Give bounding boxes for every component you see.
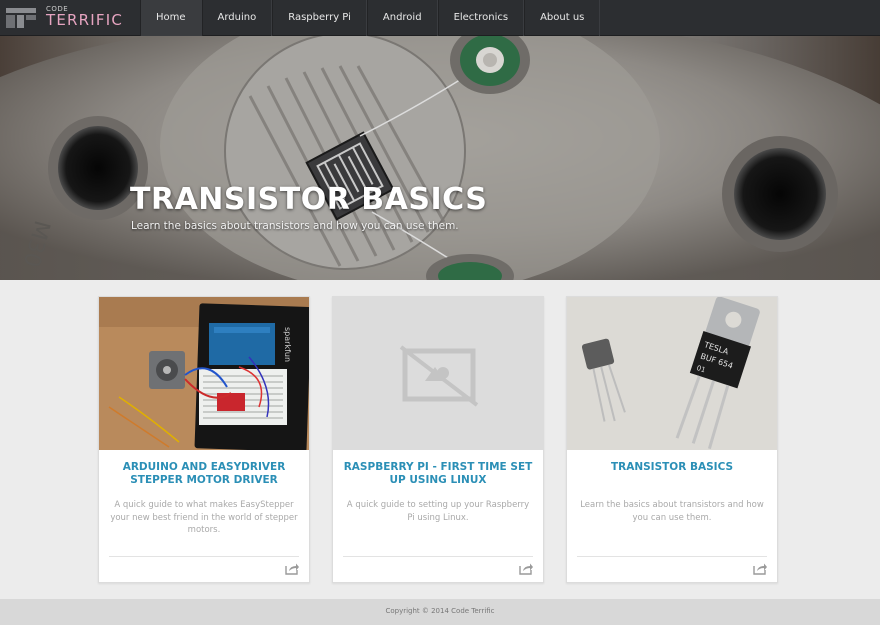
copyright-text: Copyright © 2014 Code Terrific [385, 607, 495, 615]
hero-title: TRANSISTOR BASICS [130, 182, 488, 217]
hero-banner: M30 TRANSISTOR BASICS Learn the basics a… [0, 36, 880, 280]
card-description: Learn the basics about transistors and h… [580, 500, 764, 523]
card-description: A quick guide to what makes EasyStepper … [110, 500, 298, 535]
card-divider [109, 556, 299, 557]
article-card-raspberry-pi[interactable]: RASPBERRY PI - FIRST TIME SET UP USING L… [332, 296, 544, 583]
card-title[interactable]: RASPBERRY PI - FIRST TIME SET UP USING L… [343, 461, 533, 487]
no-image-placeholder-icon [399, 345, 479, 407]
nav-item-arduino[interactable]: Arduino [201, 0, 273, 36]
card-image-arduino-stepper[interactable]: sparkfun [99, 297, 309, 450]
card-description: A quick guide to setting up your Raspber… [346, 500, 530, 523]
nav-item-raspberry-pi[interactable]: Raspberry Pi [272, 0, 367, 36]
footer: Copyright © 2014 Code Terrific [0, 599, 880, 625]
article-card-arduino[interactable]: sparkfun ARDUINO AND EASYDRIVER STEPPER … [98, 296, 310, 583]
nav-item-android[interactable]: Android [366, 0, 438, 36]
card-image-placeholder[interactable] [333, 297, 543, 450]
brand-name: TERRIFIC [46, 11, 124, 29]
hero-subtitle: Learn the basics about transistors and h… [131, 220, 459, 232]
nav-item-about-us[interactable]: About us [524, 0, 601, 36]
share-icon[interactable] [285, 562, 299, 575]
card-divider [343, 556, 533, 557]
navbar: CODE TERRIFIC Home Arduino Raspberry Pi … [0, 0, 880, 36]
card-divider [577, 556, 767, 557]
card-title[interactable]: TRANSISTOR BASICS [577, 461, 767, 474]
card-title[interactable]: ARDUINO AND EASYDRIVER STEPPER MOTOR DRI… [109, 461, 299, 487]
card-image-transistors[interactable]: TESLA BUF 654 01 [567, 297, 777, 450]
share-icon[interactable] [519, 562, 533, 575]
logo-icon [6, 8, 36, 28]
arduino-stepper-photo: sparkfun [99, 297, 309, 450]
hero-transistor-image: M30 [0, 36, 880, 280]
brand-logo[interactable]: CODE TERRIFIC [6, 5, 138, 31]
article-card-transistor[interactable]: TESLA BUF 654 01 TRANSISTOR BASICS Learn… [566, 296, 778, 583]
nav-item-electronics[interactable]: Electronics [437, 0, 525, 36]
main-nav: Home Arduino Raspberry Pi Android Electr… [140, 0, 601, 36]
transistors-photo: TESLA BUF 654 01 [567, 297, 777, 450]
share-icon[interactable] [753, 562, 767, 575]
board-silkscreen: sparkfun [283, 327, 292, 362]
nav-item-home[interactable]: Home [140, 0, 202, 36]
